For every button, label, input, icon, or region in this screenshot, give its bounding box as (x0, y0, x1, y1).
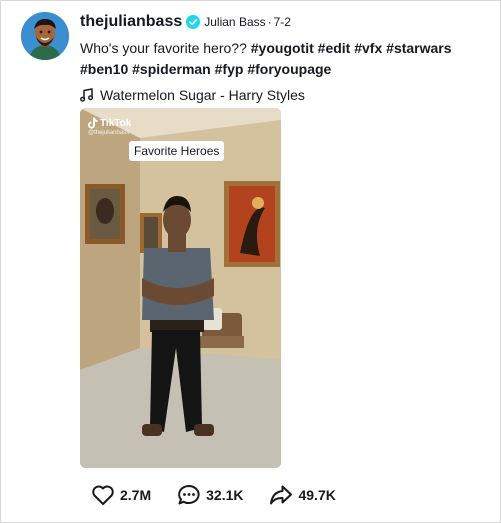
comment-bubble-icon (178, 485, 200, 505)
caption-text: Who's your favorite hero?? (80, 40, 247, 56)
hashtag-link[interactable]: #yougotit (251, 40, 314, 56)
avatar[interactable] (21, 12, 69, 60)
tiktok-brand: TikTok (100, 117, 132, 129)
tiktok-watermark: TikTok (88, 117, 131, 129)
hashtag-link[interactable]: #spiderman (132, 61, 211, 77)
author-row: thejulianbass Julian Bass · 7-2 (80, 12, 491, 32)
tiktok-logo-icon (88, 117, 98, 129)
display-name: Julian Bass (204, 15, 266, 29)
separator-dot: · (267, 15, 272, 29)
comment-button[interactable]: 32.1K (177, 484, 243, 506)
video-overlay-text: Favorite Heroes (129, 141, 225, 161)
hashtag-link[interactable]: #edit (318, 40, 351, 56)
post-caption: Who's your favorite hero?? #yougotit #ed… (80, 38, 490, 80)
heart-icon (92, 485, 114, 505)
share-button[interactable]: 49.7K (269, 484, 336, 506)
hashtag-link[interactable]: #vfx (354, 40, 382, 56)
music-link[interactable]: Watermelon Sugar - Harry Styles (80, 87, 491, 103)
share-count: 49.7K (298, 487, 336, 503)
video-player[interactable]: TikTok @thejulianbass Favorite Heroes (80, 108, 281, 468)
verified-badge-icon (186, 15, 201, 29)
engagement-bar: 2.7M 32.1K 49.7K (91, 484, 362, 506)
hashtag-link[interactable]: #foryoupage (247, 61, 331, 77)
username[interactable]: thejulianbass (80, 13, 182, 31)
video-thumbnail (80, 108, 281, 468)
comment-count: 32.1K (206, 487, 244, 503)
hashtag-link[interactable]: #ben10 (80, 61, 128, 77)
like-count: 2.7M (120, 487, 152, 503)
music-title: Watermelon Sugar - Harry Styles (100, 87, 305, 103)
hashtag-link[interactable]: #fyp (215, 61, 244, 77)
post-date: 7-2 (273, 15, 291, 29)
like-button[interactable]: 2.7M (91, 484, 151, 506)
music-note-icon (80, 88, 94, 102)
watermark-handle: @thejulianbass (88, 130, 130, 136)
post-header: thejulianbass Julian Bass · 7-2 Who's yo… (80, 12, 491, 103)
share-arrow-icon (270, 485, 293, 505)
hashtag-link[interactable]: #starwars (386, 40, 451, 56)
